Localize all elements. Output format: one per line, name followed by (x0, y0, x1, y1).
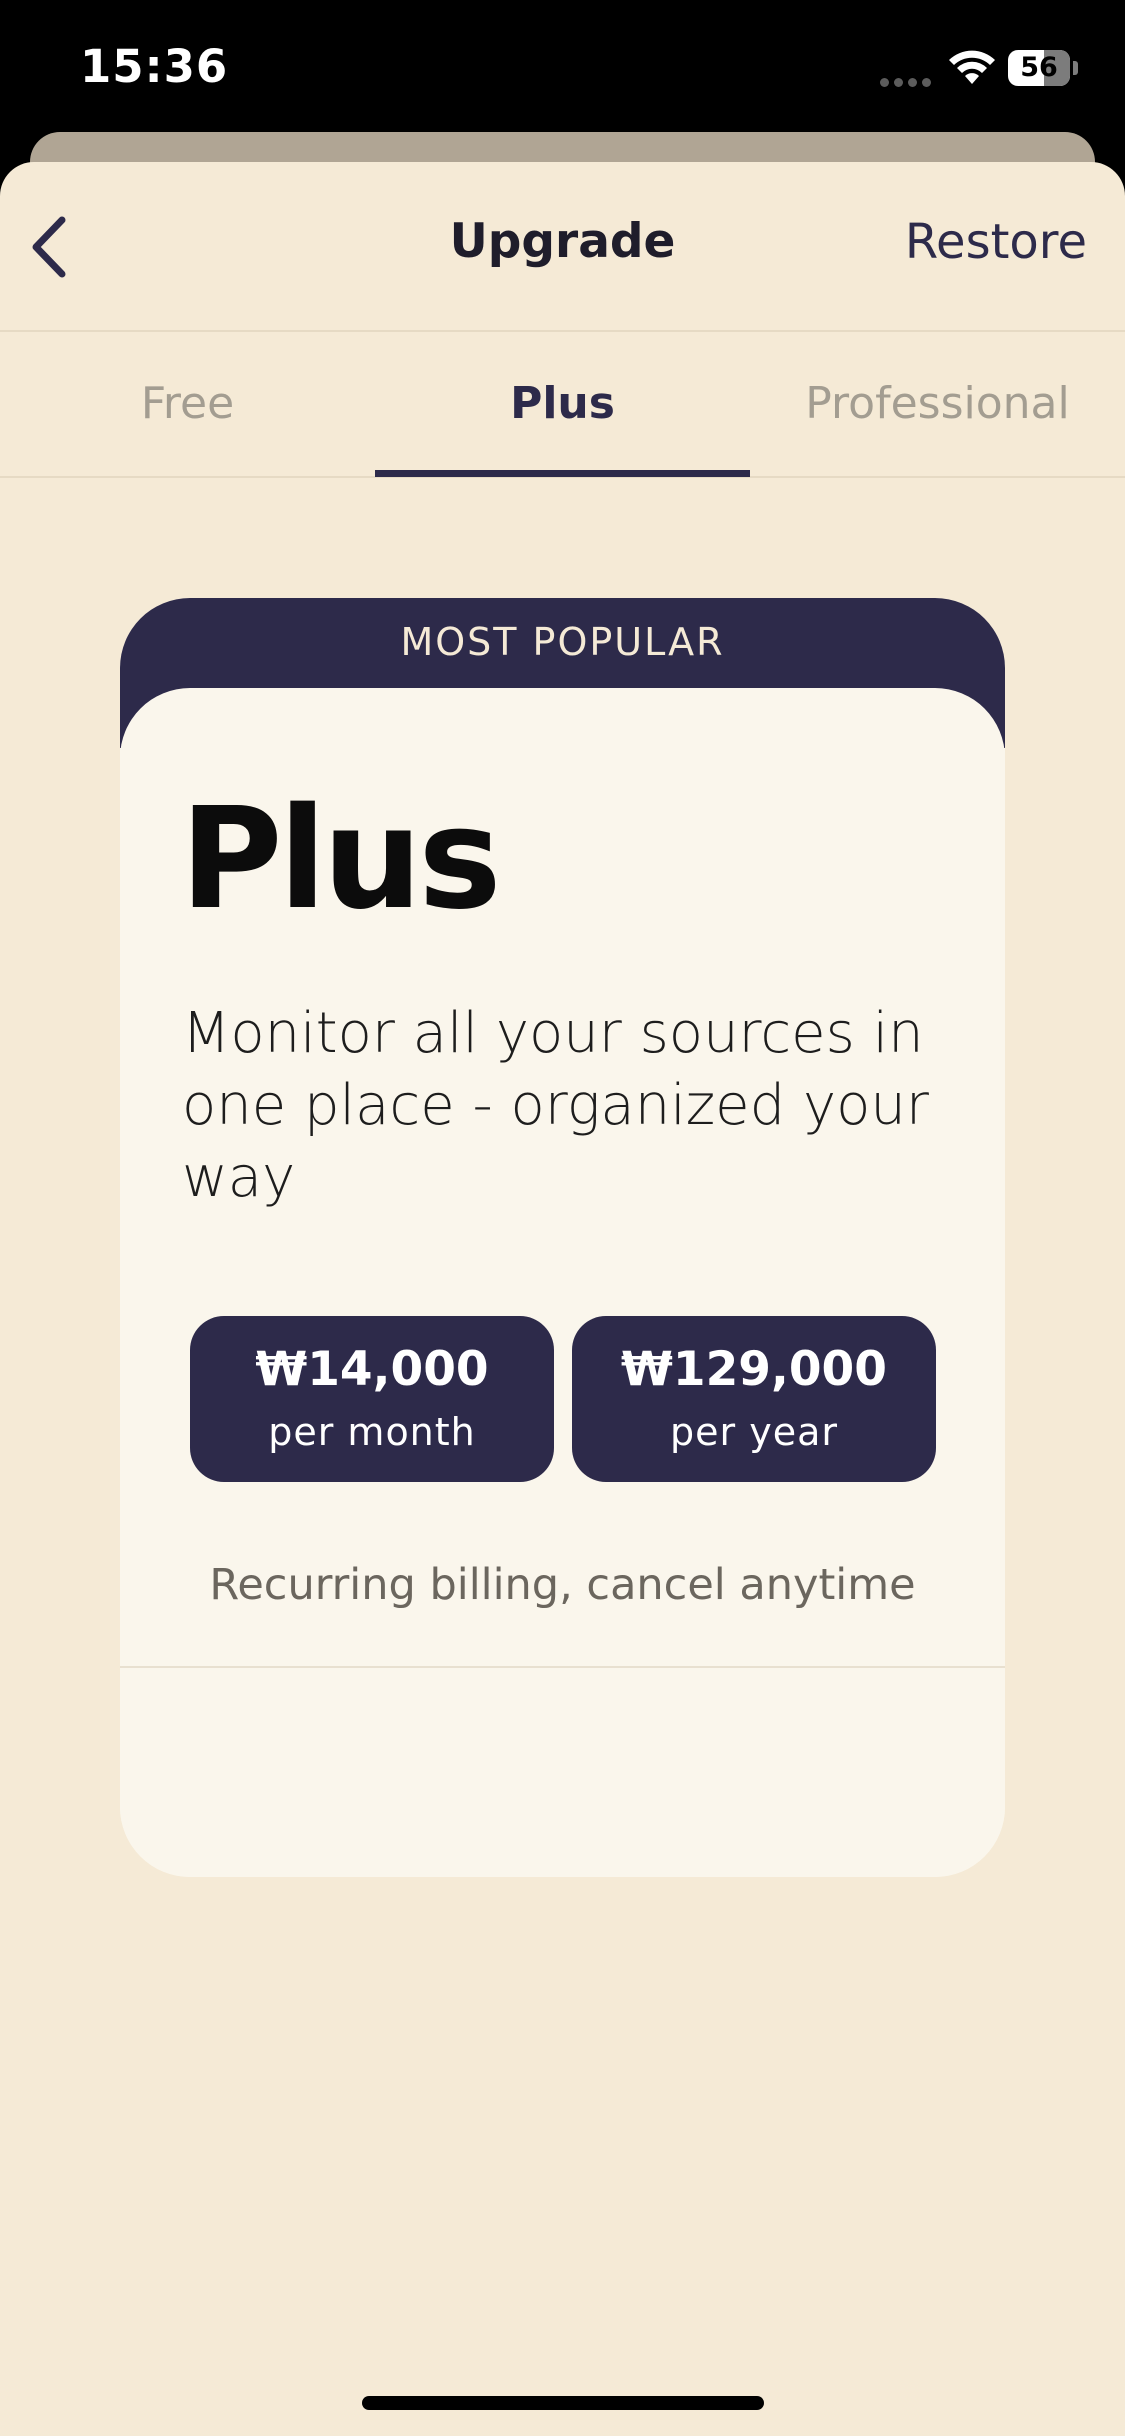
price-period: per month (268, 1410, 476, 1454)
status-bar: 15:36 56 (0, 0, 1125, 135)
monthly-price-button[interactable]: ₩14,000 per month (190, 1316, 554, 1482)
plan-name: Plus (180, 778, 502, 941)
tab-indicator (375, 470, 750, 477)
tab-free[interactable]: Free (0, 332, 375, 476)
tab-professional[interactable]: Professional (750, 332, 1125, 476)
tab-plus[interactable]: Plus (375, 332, 750, 476)
upgrade-sheet: Upgrade Restore Free Plus Professional M… (0, 162, 1125, 2436)
wifi-icon (949, 50, 995, 84)
status-time: 15:36 (80, 40, 229, 93)
plan-tabs: Free Plus Professional (0, 332, 1125, 478)
card-body: Plus Monitor all your sources in one pla… (120, 688, 1005, 1877)
signal-dots-icon (880, 78, 932, 88)
billing-note: Recurring billing, cancel anytime (209, 1560, 916, 1610)
yearly-price-button[interactable]: ₩129,000 per year (572, 1316, 936, 1482)
nav-bar: Upgrade Restore (0, 162, 1125, 332)
plan-card: MOST POPULAR Plus Monitor all your sourc… (120, 598, 1005, 1877)
home-indicator (362, 2396, 764, 2410)
plan-description: Monitor all your sources in one place - … (182, 1001, 929, 1210)
price-period: per year (670, 1410, 838, 1454)
card-divider (120, 1666, 1005, 1668)
banner-label: MOST POPULAR (400, 620, 725, 664)
battery-level: 56 (1020, 52, 1058, 83)
price-amount: ₩14,000 (255, 1342, 489, 1397)
price-amount: ₩129,000 (621, 1342, 887, 1397)
restore-button[interactable]: Restore (905, 214, 1087, 270)
battery-icon: 56 (1008, 50, 1078, 86)
